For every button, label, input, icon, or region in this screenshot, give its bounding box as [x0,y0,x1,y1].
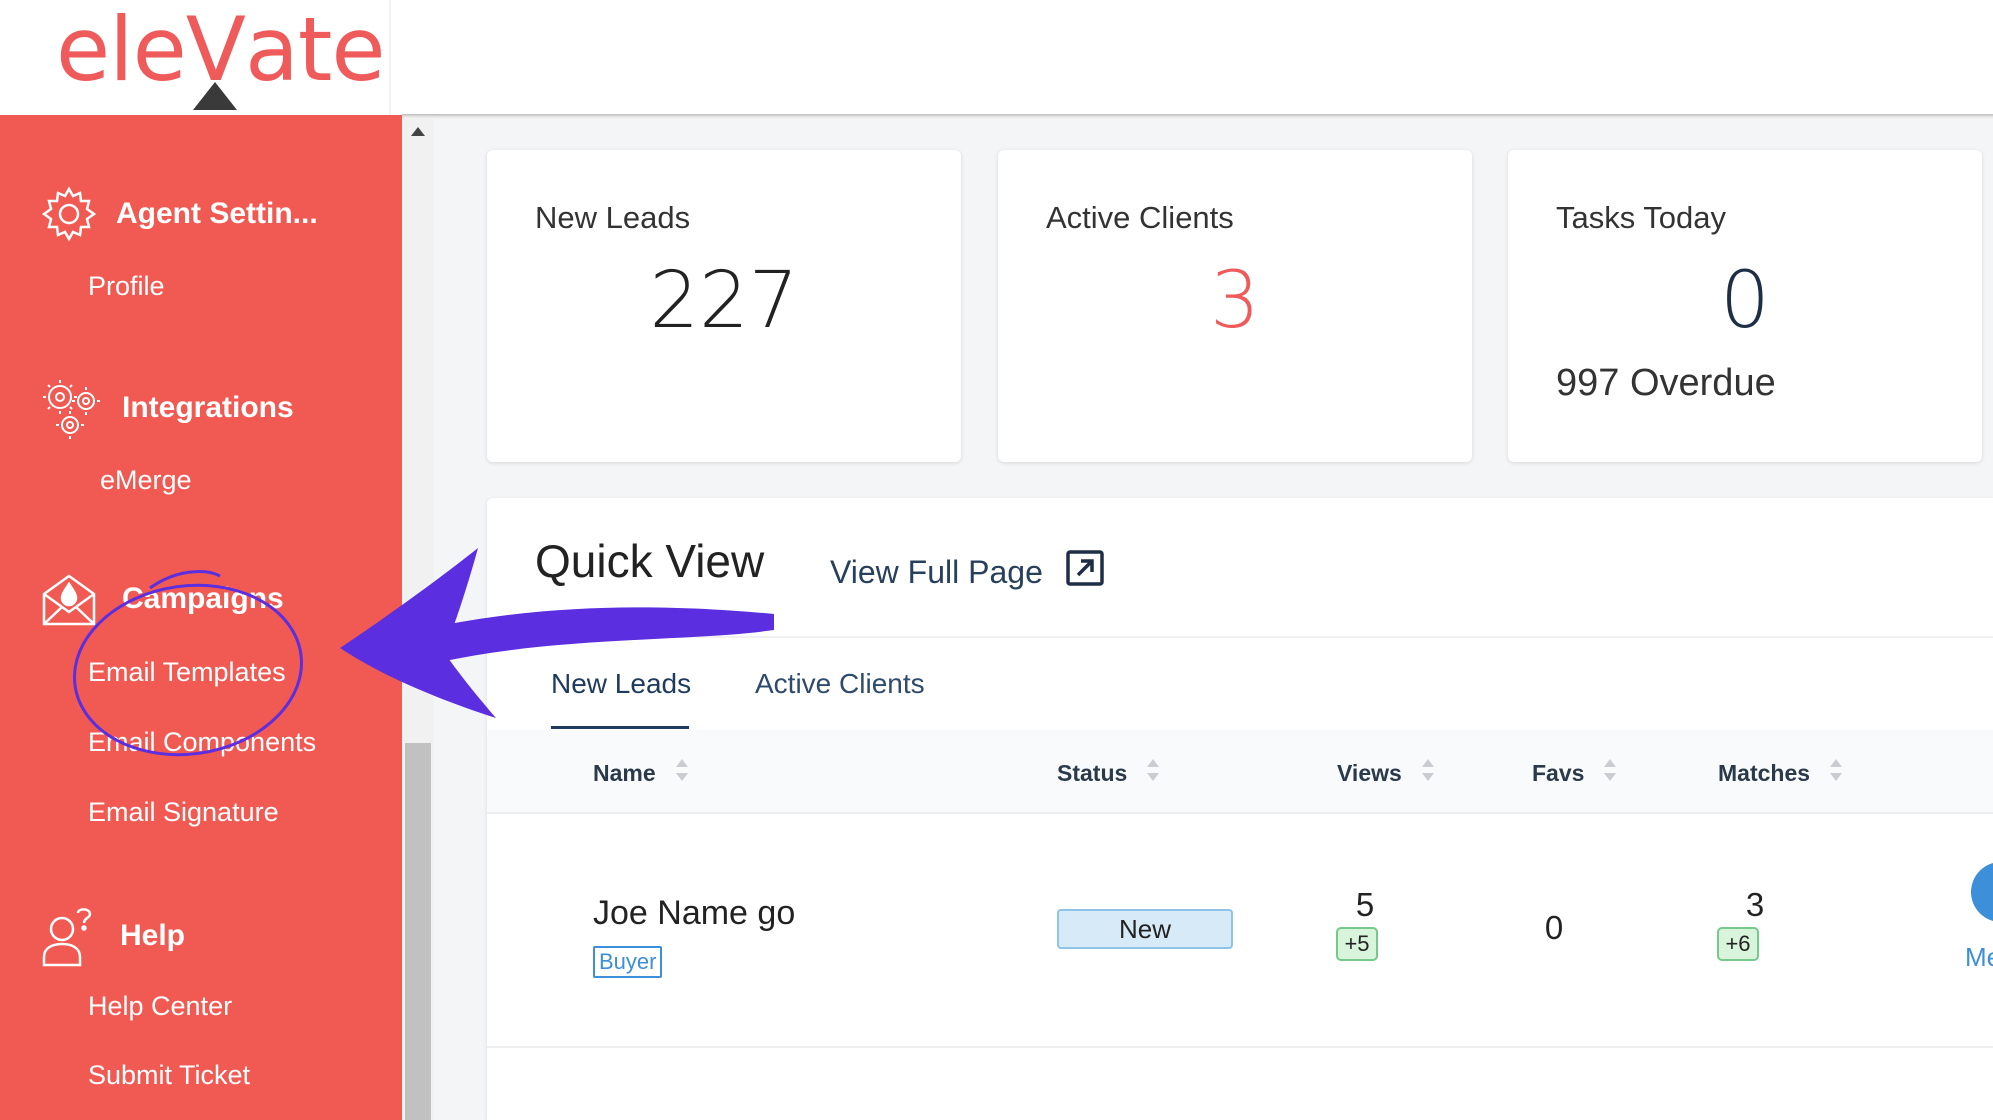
elevate-logo[interactable]: eleV ate [56,0,386,110]
table-row[interactable]: Joe Name go Buyer New 5 +5 0 3 +6 Me [487,814,1993,1048]
sidebar-item-email-components[interactable]: Email Components [88,727,316,758]
view-full-page-link[interactable]: View Full Page [830,549,1105,595]
sidebar-section-title: Campaigns [122,582,284,615]
table-header: Name Status Views Favs Matches [487,730,1993,814]
views-count: 5 [1355,886,1375,923]
tab-active-clients[interactable]: Active Clients [755,668,925,700]
logo-v: V [186,0,246,110]
matches-count: 3 [1745,886,1765,923]
header-shadow [402,114,1993,119]
column-header-views[interactable]: Views [1337,757,1436,789]
stat-value: 227 [649,256,799,346]
sidebar-item-emerge[interactable]: eMerge [100,465,192,496]
lead-type-tag: Buyer [593,946,663,978]
overdue-count[interactable]: 997 Overdue [1556,362,1776,405]
sort-icon [674,757,690,789]
stat-title: Active Clients [1046,200,1234,235]
logo-text-end: ate [244,0,386,101]
column-header-favs[interactable]: Favs [1532,757,1618,789]
sidebar-section-title: Help [120,919,186,952]
row-action-label[interactable]: Me [1965,942,1993,973]
sidebar-item-email-templates[interactable]: Email Templates [88,657,286,688]
view-full-page-label: View Full Page [830,553,1043,590]
divider [487,636,1993,638]
scroll-up-arrow-icon[interactable] [411,127,425,136]
favs-count: 0 [1544,909,1564,946]
top-bar [391,0,1993,115]
external-link-icon [1065,549,1105,595]
sidebar-section-title: Integrations [122,391,294,424]
stat-card-active-clients[interactable]: Active Clients 3 [998,150,1472,462]
sort-icon [1828,757,1844,789]
logo-triangle-icon [193,82,238,110]
sidebar-item-help-center[interactable]: Help Center [88,991,232,1022]
row-action-button[interactable] [1971,862,1993,922]
sort-icon [1145,757,1161,789]
gears-icon [40,377,102,439]
stat-value: 3 [1210,256,1260,346]
tab-new-leads[interactable]: New Leads [551,668,691,700]
user-question-icon [40,905,98,967]
column-header-matches[interactable]: Matches [1718,757,1844,789]
sidebar-section-help[interactable]: Help [40,905,185,967]
sidebar: Agent Settin... Profile Integrations eMe… [0,115,402,1120]
quick-view-panel: Quick View View Full Page New Leads Acti… [487,498,1993,1120]
envelope-icon [40,570,98,628]
gear-icon [40,185,98,243]
stat-title: New Leads [535,200,691,235]
matches-delta-badge: +6 [1717,927,1759,961]
status-badge[interactable]: New [1057,909,1233,949]
column-header-status[interactable]: Status [1057,757,1161,789]
lead-name[interactable]: Joe Name go [593,894,795,933]
sidebar-section-integrations[interactable]: Integrations [40,377,294,439]
sidebar-section-agent-settings[interactable]: Agent Settin... [40,185,318,243]
active-tab-indicator [551,726,689,729]
sort-icon [1602,757,1618,789]
sidebar-item-profile[interactable]: Profile [88,271,165,302]
views-delta-badge: +5 [1336,927,1378,961]
sort-icon [1420,757,1436,789]
sidebar-section-campaigns[interactable]: Campaigns [40,570,284,628]
sidebar-scrollbar[interactable] [402,115,434,1120]
stat-title: Tasks Today [1556,200,1727,235]
stat-card-new-leads[interactable]: New Leads 227 [487,150,961,462]
logo-area: eleV ate [0,0,389,115]
sidebar-item-submit-ticket[interactable]: Submit Ticket [88,1060,250,1091]
scroll-thumb[interactable] [405,743,431,1120]
column-header-name[interactable]: Name [593,757,690,789]
stat-value: 0 [1720,256,1770,346]
sidebar-section-title: Agent Settin... [116,197,318,230]
quick-view-title: Quick View [535,535,765,587]
sidebar-item-email-signature[interactable]: Email Signature [88,797,279,828]
logo-text-start: ele [56,0,187,101]
stat-card-tasks-today[interactable]: Tasks Today 0 997 Overdue [1508,150,1982,462]
